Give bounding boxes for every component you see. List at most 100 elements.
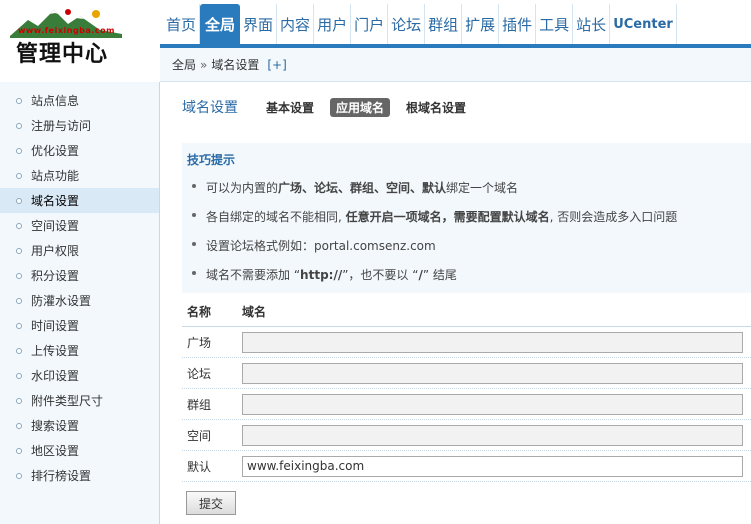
sidebar-item[interactable]: 积分设置	[0, 263, 159, 288]
sidebar-item[interactable]: 用户权限	[0, 238, 159, 263]
tips-title: 技巧提示	[187, 153, 236, 167]
sidebar-item-label: 排行榜设置	[31, 469, 92, 483]
tip-segment: 可以为内置的	[206, 181, 279, 195]
sidebar-item-label: 域名设置	[31, 194, 80, 208]
top-navigation: 首页 全局 界面 内容 用户 门户 论坛 群组 扩展 插件 工具 站长 UCenter	[160, 0, 751, 44]
domain-input[interactable]	[242, 455, 743, 477]
domain-form: 名称 域名 广场 论坛 群组 空间 默认	[182, 297, 751, 482]
submit-button[interactable]: 提交	[186, 491, 236, 515]
breadcrumb-separator: »	[200, 57, 208, 72]
logo-title: 管理中心	[16, 41, 109, 67]
top-nav-item[interactable]: 工具	[536, 4, 574, 44]
sub-tab[interactable]: 应用域名	[330, 97, 391, 117]
form-row: 论坛	[182, 358, 751, 389]
sidebar-item[interactable]: 站点功能	[0, 163, 159, 188]
tip-item: 域名不需要添加 “http://”，也不要以 “/” 结尾	[192, 266, 747, 295]
field-cell	[242, 393, 751, 415]
sub-tabs: 基本设置 应用域名 根域名设置	[260, 97, 482, 117]
domain-input[interactable]	[242, 424, 743, 446]
field-cell	[242, 455, 751, 477]
sub-tab[interactable]: 根域名设置	[400, 98, 472, 117]
bullet-dot-icon	[192, 184, 196, 188]
field-label: 广场	[187, 335, 212, 350]
breadcrumb-current: 域名设置	[211, 58, 260, 72]
sidebar-item[interactable]: 搜索设置	[0, 413, 159, 438]
page-title: 域名设置	[182, 100, 238, 116]
bullet-circle-icon	[16, 372, 22, 379]
top-nav-item[interactable]: 站长	[573, 4, 611, 44]
sidebar-item[interactable]: 域名设置	[0, 188, 159, 213]
sidebar-item[interactable]: 站点信息	[0, 88, 159, 113]
logo-site-text: www.feixingba.com	[18, 26, 115, 35]
top-nav-item[interactable]: 插件	[499, 4, 537, 44]
header-name: 名称	[187, 305, 212, 319]
sidebar-item[interactable]: 空间设置	[0, 213, 159, 238]
sidebar-item-label: 站点功能	[31, 169, 80, 183]
sidebar-item-label: 站点信息	[31, 94, 80, 108]
sidebar-item-label: 附件类型尺寸	[31, 394, 104, 408]
field-cell	[242, 331, 751, 353]
top-nav-item[interactable]: 界面	[240, 4, 278, 44]
sidebar-item[interactable]: 时间设置	[0, 313, 159, 338]
sidebar-item[interactable]: 附件类型尺寸	[0, 388, 159, 413]
domain-input[interactable]	[242, 362, 743, 384]
sidebar-item-label: 积分设置	[31, 269, 80, 283]
bullet-circle-icon	[16, 247, 22, 254]
top-nav-item[interactable]: 全局	[200, 4, 241, 44]
sidebar-item[interactable]: 地区设置	[0, 438, 159, 463]
bullet-circle-icon	[16, 197, 22, 204]
sidebar-item[interactable]: 排行榜设置	[0, 463, 159, 488]
sidebar-item-label: 水印设置	[31, 369, 80, 383]
sidebar-item-label: 用户权限	[31, 244, 80, 258]
top-nav-item[interactable]: 论坛	[388, 4, 426, 44]
bullet-circle-icon	[16, 472, 22, 479]
sidebar-item[interactable]: 水印设置	[0, 363, 159, 388]
tip-text: 各自绑定的域名不能相同, 任意开启一项域名，需要配置默认域名, 否则会造成多入口…	[206, 208, 677, 225]
sub-navigation: 域名设置 基本设置 应用域名 根域名设置	[161, 83, 751, 131]
top-nav-item[interactable]: 用户	[314, 4, 352, 44]
sidebar-item-label: 空间设置	[31, 219, 80, 233]
sub-tab[interactable]: 基本设置	[260, 98, 320, 117]
domain-input[interactable]	[242, 331, 743, 353]
top-nav-item[interactable]: 内容	[277, 4, 315, 44]
bullet-circle-icon	[16, 422, 22, 429]
tips-box: 技巧提示 可以为内置的广场、论坛、群组、空间、默认绑定一个域名 各自绑定的域名不能…	[182, 143, 751, 293]
bullet-circle-icon	[16, 222, 22, 229]
sidebar-list: 站点信息注册与访问优化设置站点功能域名设置空间设置用户权限积分设置防灌水设置时间…	[0, 82, 159, 488]
bullet-circle-icon	[16, 272, 22, 279]
top-nav-item[interactable]: 扩展	[462, 4, 500, 44]
tip-segment: 绑定一个域名	[446, 181, 519, 195]
bullet-circle-icon	[16, 97, 22, 104]
top-nav-item[interactable]: UCenter	[610, 4, 677, 44]
sidebar-item-label: 注册与访问	[31, 119, 92, 133]
top-nav-item[interactable]: 群组	[425, 4, 463, 44]
bullet-circle-icon	[16, 397, 22, 404]
sidebar-item[interactable]: 上传设置	[0, 338, 159, 363]
form-header-row: 名称 域名	[182, 297, 751, 327]
tip-segment: 任意开启一项域名，需要配置默认域名	[345, 210, 550, 224]
tip-segment: 广场、论坛、群组、空间、默认	[278, 181, 447, 195]
field-label: 空间	[187, 428, 212, 443]
top-nav-item[interactable]: 门户	[351, 4, 389, 44]
tip-segment: 各自绑定的域名不能相同,	[206, 210, 346, 224]
sidebar-item[interactable]: 注册与访问	[0, 113, 159, 138]
bullet-dot-icon	[192, 271, 196, 275]
breadcrumb-root[interactable]: 全局	[172, 56, 196, 73]
main-content: 域名设置 基本设置 应用域名 根域名设置 技巧提示 可以为内置的广场、论坛、群组、空…	[161, 83, 751, 524]
admin-logo: www.feixingba.com 管理中心	[0, 0, 160, 82]
domain-input[interactable]	[242, 393, 743, 415]
sidebar-item[interactable]: 优化设置	[0, 138, 159, 163]
add-shortcut-button[interactable]: [+]	[267, 58, 286, 72]
bullet-circle-icon	[16, 172, 22, 179]
top-nav-item[interactable]: 首页	[160, 4, 201, 44]
tips-list: 可以为内置的广场、论坛、群组、空间、默认绑定一个域名 各自绑定的域名不能相同, 任…	[192, 179, 747, 295]
form-row: 默认	[182, 451, 751, 482]
form-rows: 广场 论坛 群组 空间 默认	[182, 327, 751, 482]
tip-item: 可以为内置的广场、论坛、群组、空间、默认绑定一个域名	[192, 179, 747, 208]
sidebar-item[interactable]: 防灌水设置	[0, 288, 159, 313]
sidebar-item-label: 防灌水设置	[31, 294, 92, 308]
field-cell	[242, 362, 751, 384]
bullet-circle-icon	[16, 447, 22, 454]
tip-segment: , 否则会造成多入口问题	[549, 210, 678, 224]
bullet-dot-icon	[192, 213, 196, 217]
